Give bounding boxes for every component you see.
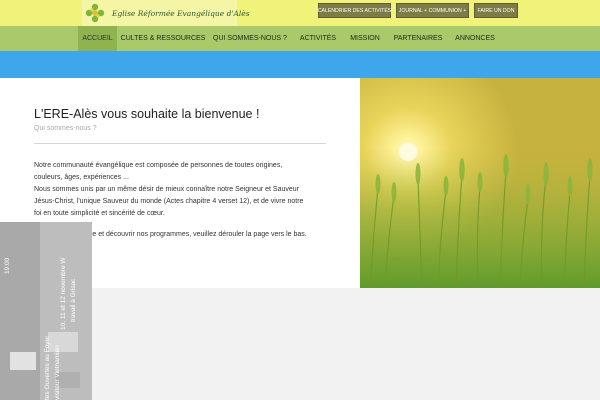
- donate-button[interactable]: FAIRE UN DON: [474, 3, 518, 18]
- blue-banner: [0, 51, 600, 78]
- nav-item-accueil[interactable]: ACCUEIL: [78, 26, 117, 51]
- poster-text: travail à Grisac: [70, 278, 77, 322]
- nav-item-cultes[interactable]: CULTES & RESSOURCES: [121, 26, 206, 51]
- paragraph-line: Nous sommes unis par un même désir de mi…: [34, 186, 299, 193]
- nav-item-annonces[interactable]: ANNONCES: [453, 26, 497, 51]
- logo-cross-icon: [84, 2, 106, 24]
- page-title: L'ERE-Alès vous souhaite la bienvenue !: [34, 107, 260, 121]
- divider: [34, 143, 326, 144]
- nav-item-qui-sommes-nous[interactable]: QUI SOMMES-NOUS ?: [212, 26, 288, 51]
- paragraph-line: Jésus-Christ, l'unique Sauveur du monde …: [34, 198, 304, 205]
- journal-button[interactable]: JOURNAL + COMMUNION +: [396, 3, 469, 18]
- paragraph-line: Notre communauté évangélique est composé…: [34, 162, 283, 169]
- poster-text: 19:00: [4, 257, 11, 274]
- nav-item-mission[interactable]: MISSION: [348, 26, 382, 51]
- poster-text: tes Ouvertes au Foyer: [44, 335, 51, 400]
- nav-item-partenaires[interactable]: PARTENAIRES: [392, 26, 444, 51]
- paragraph-line: foi en toute simplicité et sincérité de …: [34, 210, 165, 217]
- paragraph-line: couleurs, âges, expériences ...: [34, 174, 129, 181]
- poster-text: 10, 11 et 12 novembre W: [60, 257, 67, 330]
- calendar-button[interactable]: CALENDRIER DES ACTIVITÉS: [318, 3, 391, 18]
- nav-item-activites[interactable]: ACTIVITÉS: [296, 26, 340, 51]
- logo-text: Eglise Réformée Evangélique d'Alès: [112, 8, 250, 18]
- poster-text: visiteur Vietnamien: [54, 345, 61, 400]
- who-are-we-link[interactable]: Qui sommes-nous ?: [34, 125, 97, 132]
- site-logo[interactable]: Eglise Réformée Evangélique d'Alès: [82, 0, 250, 26]
- event-poster-image[interactable]: 19:00 10, 11 et 12 novembre W travail à …: [0, 222, 92, 400]
- wheat-field-image: [360, 78, 600, 288]
